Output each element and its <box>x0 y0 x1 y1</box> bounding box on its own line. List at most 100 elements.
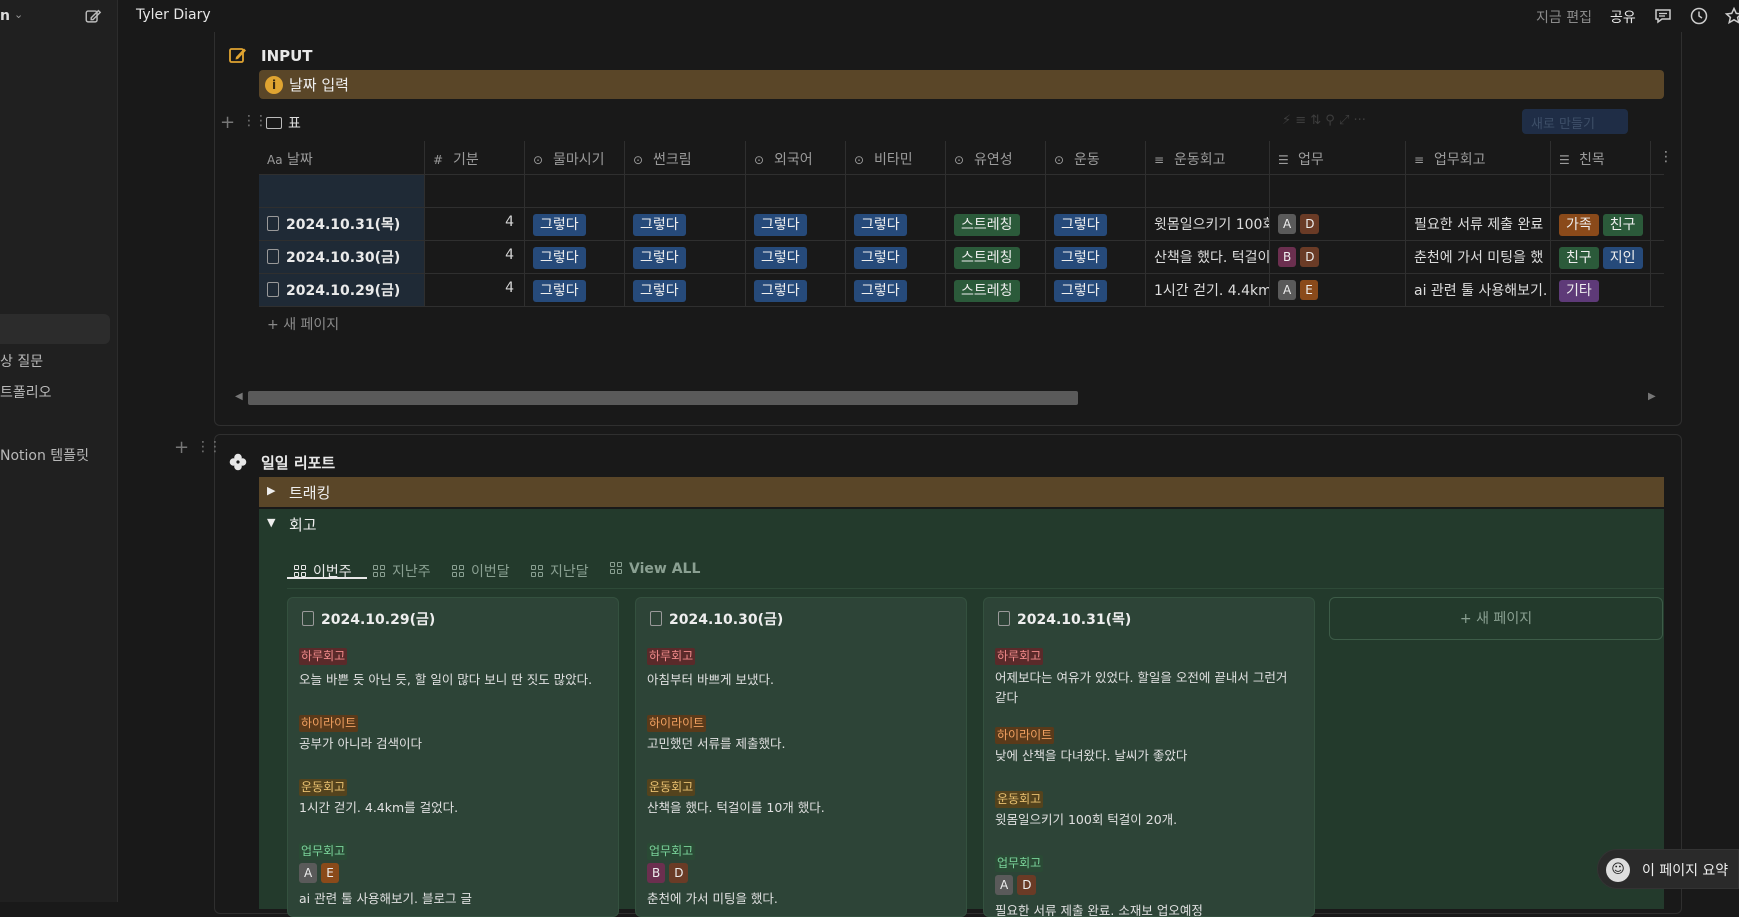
date-cell[interactable]: 2024.10.30(금) <box>259 241 425 273</box>
work-review-text: 필요한 서류 제출 완료. 소재보 업오예정 <box>995 903 1203 917</box>
table-row[interactable]: 2024.10.30(금) 4 그렇다 그렇다 그렇다 그렇다 스트레칭 그렇다… <box>259 241 1664 274</box>
exercise-review-cell[interactable]: 산책을 했다. 턱걸이 <box>1146 241 1270 273</box>
share-button[interactable]: 공유 <box>1610 7 1636 27</box>
ghost-toolbar-icons[interactable]: ⚡ ≡ ⇅ ⚲ ⤢ ··· <box>1282 113 1366 128</box>
flexibility-cell[interactable]: 스트레칭 <box>946 208 1046 240</box>
vitamin-cell[interactable]: 그렇다 <box>846 274 946 306</box>
work-cell[interactable]: AD <box>1270 208 1406 240</box>
work-review-cell[interactable]: ai 관련 툴 사용해보기. <box>1406 274 1551 306</box>
mood-cell[interactable]: 4 <box>425 274 525 306</box>
work-cell[interactable]: AE <box>1270 274 1406 306</box>
col-header-language[interactable]: ⊙ 외국어 <box>746 141 846 174</box>
work-review-cell[interactable]: 춘천에 가서 미팅을 했 <box>1406 241 1551 273</box>
tab-last-month[interactable]: 지난달 <box>531 561 589 581</box>
sunscreen-cell[interactable]: 그렇다 <box>625 208 746 240</box>
col-header-mood[interactable]: # 기분 <box>425 141 525 174</box>
empty-name-cell[interactable] <box>259 175 425 207</box>
col-header-exercise-review[interactable]: ≡ 운동회고 <box>1146 141 1270 174</box>
language-cell[interactable]: 그렇다 <box>746 274 846 306</box>
more-columns-icon[interactable]: ⋮ <box>1651 141 1667 174</box>
toggle-right-icon[interactable]: ▶ <box>267 484 275 497</box>
sunscreen-cell[interactable]: 그렇다 <box>625 274 746 306</box>
toggle-down-icon[interactable]: ▼ <box>267 516 275 529</box>
card-title[interactable]: 2024.10.29(금) <box>302 609 435 629</box>
col-header-sunscreen[interactable]: ⊙ 썬크림 <box>625 141 746 174</box>
toggle-review[interactable]: ▼ 회고 이번주 지난주 이번달 지난달 View ALL 2024.10.29… <box>259 509 1664 917</box>
gallery-card[interactable]: 2024.10.31(목) 하루회고 어제보다는 여유가 있었다. 할일을 오전… <box>983 597 1315 917</box>
col-header-water[interactable]: ⊙ 물마시기 <box>525 141 625 174</box>
page-summary-button[interactable]: ☺ 이 페이지 요약 <box>1597 849 1739 889</box>
mood-cell[interactable]: 4 <box>425 208 525 240</box>
table-row[interactable]: 2024.10.31(목) 4 그렇다 그렇다 그렇다 그렇다 스트레칭 그렇다… <box>259 208 1664 241</box>
table-view-tab[interactable]: 표 <box>266 113 301 133</box>
new-page-icon[interactable] <box>84 7 102 25</box>
language-cell[interactable]: 그렇다 <box>746 208 846 240</box>
top-bar: Tyler Diary 지금 편집 공유 <box>118 0 1739 32</box>
exercise-cell[interactable]: 그렇다 <box>1046 274 1146 306</box>
exercise-cell[interactable]: 그렇다 <box>1046 208 1146 240</box>
flexibility-cell[interactable]: 스트레칭 <box>946 274 1046 306</box>
drag-handle-icon[interactable]: ⋮⋮ <box>196 439 222 455</box>
exercise-review-cell[interactable]: 1시간 걷기. 4.4km를 <box>1146 274 1270 306</box>
table-row-empty[interactable] <box>259 175 1664 208</box>
col-header-social[interactable]: ☰ 친목 <box>1551 141 1651 174</box>
sidebar-item-notion-template[interactable]: Notion 템플릿 <box>0 445 89 465</box>
table-row[interactable]: 2024.10.29(금) 4 그렇다 그렇다 그렇다 그렇다 스트레칭 그렇다… <box>259 274 1664 307</box>
col-header-vitamin[interactable]: ⊙ 비타민 <box>846 141 946 174</box>
sidebar-item-portfolio[interactable]: 트폴리오 <box>0 382 52 402</box>
sunscreen-cell[interactable]: 그렇다 <box>625 241 746 273</box>
star-icon[interactable] <box>1724 6 1739 26</box>
scroll-left-icon[interactable]: ◀ <box>235 391 243 402</box>
vitamin-cell[interactable]: 그렇다 <box>846 208 946 240</box>
tab-view-all[interactable]: View ALL <box>610 561 700 577</box>
tab-last-week[interactable]: 지난주 <box>373 561 431 581</box>
water-cell[interactable]: 그렇다 <box>525 241 625 273</box>
tab-this-month[interactable]: 이번달 <box>452 561 510 581</box>
col-header-work[interactable]: ☰ 업무 <box>1270 141 1406 174</box>
sidebar-item-faq[interactable]: 상 질문 <box>0 351 43 371</box>
mood-cell[interactable]: 4 <box>425 241 525 273</box>
chevron-down-icon[interactable]: ⌄ <box>14 8 23 21</box>
language-cell[interactable]: 그렇다 <box>746 241 846 273</box>
page-breadcrumb[interactable]: Tyler Diary <box>136 7 211 23</box>
new-record-button[interactable]: 새로 만들기 <box>1522 109 1628 134</box>
social-cell[interactable]: 친구 지인 <box>1551 241 1651 273</box>
work-review-cell[interactable]: 필요한 서류 제출 완료 <box>1406 208 1551 240</box>
scroll-right-icon[interactable]: ▶ <box>1648 391 1656 402</box>
social-cell[interactable]: 가족 친구 <box>1551 208 1651 240</box>
toggle-tracking[interactable]: ▶ 트래킹 <box>259 477 1664 507</box>
add-block-icon[interactable]: + <box>174 437 189 458</box>
drag-handle-icon[interactable]: ⋮⋮ <box>242 113 268 129</box>
date-cell[interactable]: 2024.10.29(금) <box>259 274 425 306</box>
water-cell[interactable]: 그렇다 <box>525 208 625 240</box>
flexibility-cell[interactable]: 스트레칭 <box>946 241 1046 273</box>
add-block-icon[interactable]: + <box>220 112 235 133</box>
history-icon[interactable] <box>1689 6 1709 26</box>
col-header-work-review[interactable]: ≡ 업무회고 <box>1406 141 1551 174</box>
add-gallery-card-button[interactable]: + 새 페이지 <box>1329 597 1663 640</box>
vitamin-cell[interactable]: 그렇다 <box>846 241 946 273</box>
sidebar-header[interactable]: n ⌄ <box>0 0 118 32</box>
workspace-name[interactable]: n <box>0 8 10 24</box>
card-title[interactable]: 2024.10.30(금) <box>650 609 783 629</box>
label-highlight: 하이라이트 <box>299 715 359 732</box>
sidebar-item-active[interactable] <box>0 314 110 344</box>
col-header-date[interactable]: Aa 날짜 <box>259 141 425 174</box>
date-cell[interactable]: 2024.10.31(목) <box>259 208 425 240</box>
exercise-review-cell[interactable]: 윗몸일으키기 100회 <box>1146 208 1270 240</box>
col-header-exercise[interactable]: ⊙ 운동 <box>1046 141 1146 174</box>
col-header-flexibility[interactable]: ⊙ 유연성 <box>946 141 1046 174</box>
page-icon <box>998 611 1010 626</box>
social-cell[interactable]: 기타 <box>1551 274 1651 306</box>
daily-report-heading: 일일 리포트 <box>261 454 336 472</box>
work-cell[interactable]: BD <box>1270 241 1406 273</box>
comment-icon[interactable] <box>1653 6 1673 26</box>
new-page-row[interactable]: + 새 페이지 <box>267 314 339 334</box>
scroll-thumb[interactable] <box>248 391 1078 405</box>
gallery-card[interactable]: 2024.10.30(금) 하루회고 아침부터 바쁘게 보냈다. 하이라이트 고… <box>635 597 967 917</box>
gallery-card[interactable]: 2024.10.29(금) 하루회고 오늘 바쁜 듯 아닌 듯, 할 일이 많다… <box>287 597 619 917</box>
water-cell[interactable]: 그렇다 <box>525 274 625 306</box>
highlight-text: 고민했던 서류를 제출했다. <box>647 736 786 751</box>
exercise-cell[interactable]: 그렇다 <box>1046 241 1146 273</box>
card-title[interactable]: 2024.10.31(목) <box>998 609 1131 629</box>
